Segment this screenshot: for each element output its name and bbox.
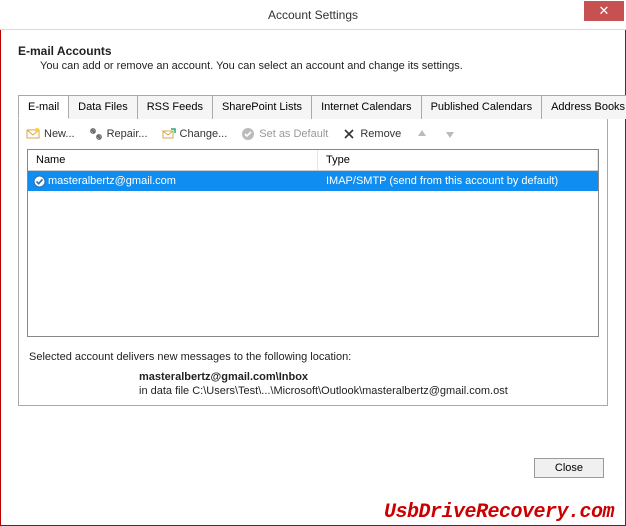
tab-label: RSS Feeds [147,101,203,113]
tab-label: SharePoint Lists [222,101,302,113]
tab-published-calendars[interactable]: Published Calendars [421,95,543,119]
tab-sharepoint-lists[interactable]: SharePoint Lists [212,95,312,119]
tab-label: Published Calendars [431,101,533,113]
tab-internet-calendars[interactable]: Internet Calendars [311,95,422,119]
title-bar: Account Settings ✕ [0,0,626,30]
tab-label: E-mail [28,101,59,113]
tab-label: Internet Calendars [321,101,412,113]
tab-data-files[interactable]: Data Files [68,95,138,119]
tab-label: Data Files [78,101,128,113]
dialog-footer: Close [534,458,604,478]
button-label: Close [555,462,583,474]
tab-label: Address Books [551,101,625,113]
tab-email[interactable]: E-mail [18,95,69,119]
watermark-text: UsbDriveRecovery.com [384,501,614,524]
tabstrip: E-mail Data Files RSS Feeds SharePoint L… [18,94,608,119]
window-border [0,0,626,526]
close-button[interactable]: Close [534,458,604,478]
window-close-button[interactable]: ✕ [584,1,624,21]
window-title: Account Settings [0,8,626,22]
tab-address-books[interactable]: Address Books [541,95,626,119]
close-icon: ✕ [599,3,610,19]
tab-rss-feeds[interactable]: RSS Feeds [137,95,213,119]
